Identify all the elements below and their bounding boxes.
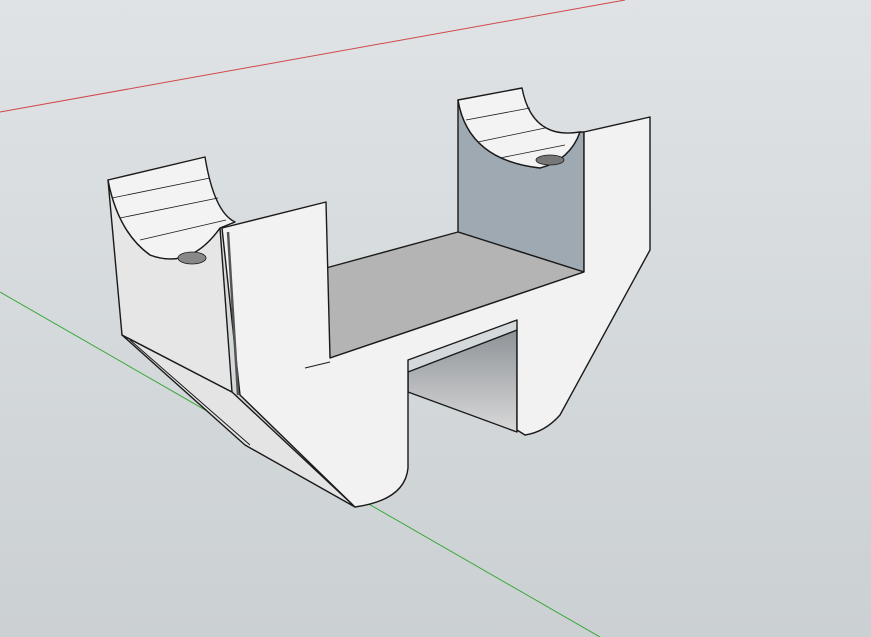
3d-viewport[interactable]	[0, 0, 871, 637]
model-canvas[interactable]	[0, 0, 871, 637]
left-hole	[177, 251, 207, 265]
back-hole	[535, 154, 565, 166]
